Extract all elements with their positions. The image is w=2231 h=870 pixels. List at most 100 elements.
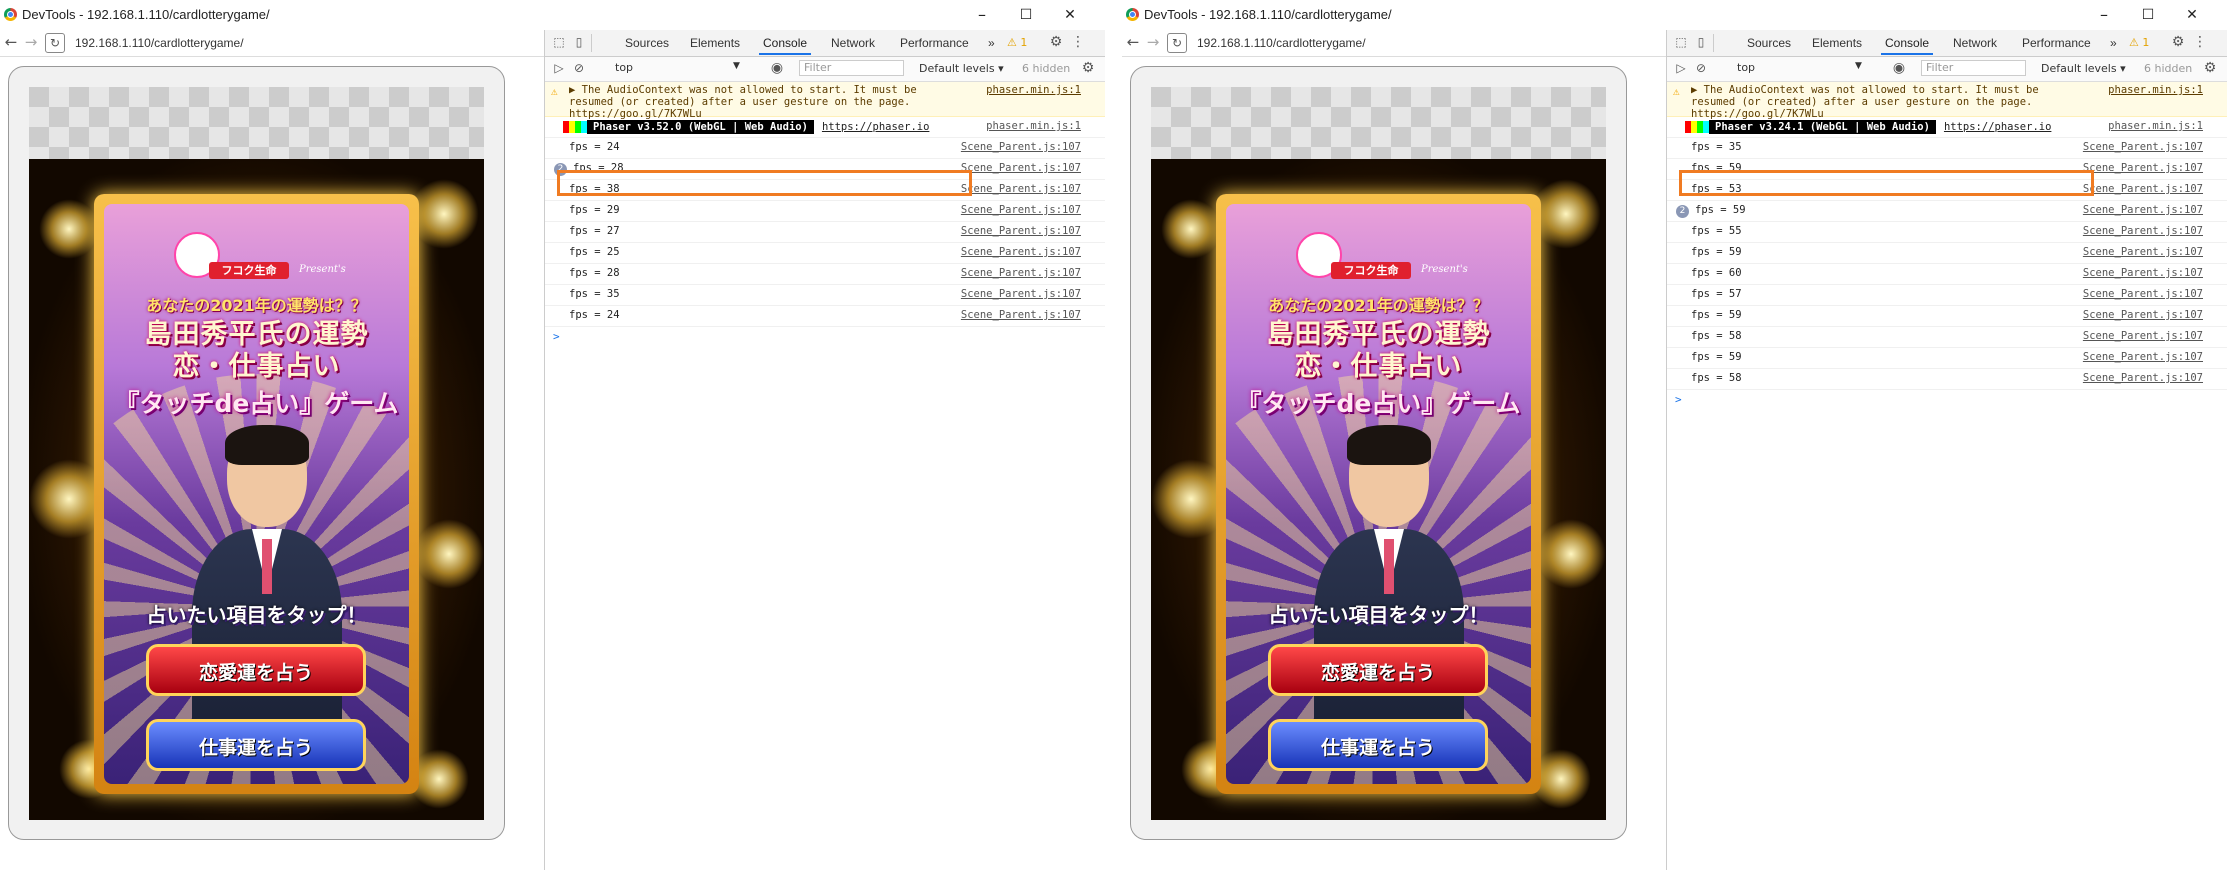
fps-log-row[interactable]: fps = 25 Scene_Parent.js:107: [545, 243, 1105, 264]
fps-log-row[interactable]: 2 fps = 59 Scene_Parent.js:107: [1667, 201, 2227, 222]
tab-performance[interactable]: Performance: [900, 36, 969, 50]
filter-input[interactable]: Filter: [1921, 60, 2026, 76]
warning-message-row[interactable]: ⚠ ▶ The AudioContext was not allowed to …: [545, 82, 1105, 120]
maximize-button[interactable]: ☐: [2128, 2, 2168, 28]
gear-icon[interactable]: ⚙: [2170, 34, 2186, 50]
fps-log-row[interactable]: fps = 57 Scene_Parent.js:107: [1667, 285, 2227, 306]
close-button[interactable]: ✕: [1050, 2, 1090, 28]
console-settings-gear-icon[interactable]: ⚙: [2202, 60, 2218, 76]
inspect-element-icon[interactable]: ⬚: [1673, 34, 1689, 50]
source-link[interactable]: Scene_Parent.js:107: [961, 204, 1081, 216]
source-link[interactable]: Scene_Parent.js:107: [2083, 183, 2203, 195]
context-selector[interactable]: top: [615, 61, 745, 76]
tab-network[interactable]: Network: [831, 36, 875, 50]
fps-log-row[interactable]: fps = 27 Scene_Parent.js:107: [545, 222, 1105, 243]
log-levels-dropdown[interactable]: Default levels ▾: [2041, 62, 2126, 75]
fps-log-row[interactable]: fps = 58 Scene_Parent.js:107: [1667, 327, 2227, 348]
source-link[interactable]: Scene_Parent.js:107: [2083, 351, 2203, 363]
tab-network[interactable]: Network: [1953, 36, 1997, 50]
log-levels-dropdown[interactable]: Default levels ▾: [919, 62, 1004, 75]
console-prompt[interactable]: >: [545, 327, 1105, 345]
fps-log-row[interactable]: fps = 24 Scene_Parent.js:107: [545, 306, 1105, 327]
back-arrow-icon[interactable]: ←: [1124, 33, 1142, 51]
source-link[interactable]: Scene_Parent.js:107: [961, 246, 1081, 258]
kebab-menu-icon[interactable]: ⋮: [2192, 34, 2208, 50]
tab-console[interactable]: Console: [1880, 36, 1934, 55]
tab-sources[interactable]: Sources: [625, 36, 669, 50]
url-field[interactable]: 192.168.1.110/cardlotterygame/: [75, 36, 244, 50]
work-fortune-button[interactable]: 仕事運を占う: [146, 719, 366, 771]
device-toolbar-icon[interactable]: ▯: [571, 34, 587, 50]
source-link[interactable]: Scene_Parent.js:107: [961, 162, 1081, 174]
tab-elements[interactable]: Elements: [1812, 36, 1862, 50]
tab-elements[interactable]: Elements: [690, 36, 740, 50]
warning-count-badge[interactable]: ⚠ 1: [2129, 36, 2149, 49]
tab-sources[interactable]: Sources: [1747, 36, 1791, 50]
fps-log-row[interactable]: fps = 58 Scene_Parent.js:107: [1667, 369, 2227, 390]
source-link[interactable]: Scene_Parent.js:107: [961, 141, 1081, 153]
work-fortune-button[interactable]: 仕事運を占う: [1268, 719, 1488, 771]
love-fortune-button[interactable]: 恋愛運を占う: [1268, 644, 1488, 696]
fps-log-row[interactable]: fps = 35 Scene_Parent.js:107: [1667, 138, 2227, 159]
game-canvas[interactable]: フコク生命 Present's あなたの2021年の運勢は？？ 島田秀平氏の運勢…: [29, 87, 484, 820]
fps-log-row[interactable]: fps = 29 Scene_Parent.js:107: [545, 201, 1105, 222]
source-link[interactable]: Scene_Parent.js:107: [2083, 288, 2203, 300]
source-link[interactable]: Scene_Parent.js:107: [961, 309, 1081, 321]
reload-icon[interactable]: ↻: [45, 33, 65, 53]
source-link[interactable]: Scene_Parent.js:107: [2083, 372, 2203, 384]
fps-log-row[interactable]: fps = 59 Scene_Parent.js:107: [1667, 243, 2227, 264]
console-prompt[interactable]: >: [1667, 390, 2227, 408]
close-button[interactable]: ✕: [2172, 2, 2212, 28]
console-settings-gear-icon[interactable]: ⚙: [1080, 60, 1096, 76]
eye-icon[interactable]: ◉: [1891, 60, 1907, 76]
source-link[interactable]: Scene_Parent.js:107: [2083, 162, 2203, 174]
back-arrow-icon[interactable]: ←: [2, 33, 20, 51]
fps-log-row[interactable]: fps = 55 Scene_Parent.js:107: [1667, 222, 2227, 243]
fps-log-row[interactable]: fps = 60 Scene_Parent.js:107: [1667, 264, 2227, 285]
source-link[interactable]: Scene_Parent.js:107: [961, 267, 1081, 279]
source-link[interactable]: Scene_Parent.js:107: [2083, 330, 2203, 342]
source-link[interactable]: phaser.min.js:1: [986, 84, 1081, 96]
inspect-element-icon[interactable]: ⬚: [551, 34, 567, 50]
fps-log-row[interactable]: fps = 59 Scene_Parent.js:107: [1667, 306, 2227, 327]
source-link[interactable]: Scene_Parent.js:107: [961, 225, 1081, 237]
fps-log-row[interactable]: fps = 35 Scene_Parent.js:107: [545, 285, 1105, 306]
tab-performance[interactable]: Performance: [2022, 36, 2091, 50]
gear-icon[interactable]: ⚙: [1048, 34, 1064, 50]
phaser-link[interactable]: https://phaser.io: [822, 121, 929, 133]
clear-console-icon[interactable]: ⊘: [1693, 60, 1709, 76]
kebab-menu-icon[interactable]: ⋮: [1070, 34, 1086, 50]
warning-message-row[interactable]: ⚠ ▶ The AudioContext was not allowed to …: [1667, 82, 2227, 120]
clear-console-icon[interactable]: ⊘: [571, 60, 587, 76]
fps-log-row[interactable]: fps = 59 Scene_Parent.js:107: [1667, 348, 2227, 369]
game-canvas[interactable]: フコク生命 Present's あなたの2021年の運勢は？？ 島田秀平氏の運勢…: [1151, 87, 1606, 820]
source-link[interactable]: Scene_Parent.js:107: [2083, 246, 2203, 258]
fps-log-row[interactable]: fps = 24 Scene_Parent.js:107: [545, 138, 1105, 159]
minimize-button[interactable]: –: [962, 2, 1002, 28]
url-field[interactable]: 192.168.1.110/cardlotterygame/: [1197, 36, 1366, 50]
forward-arrow-icon[interactable]: →: [1144, 33, 1162, 51]
minimize-button[interactable]: –: [2084, 2, 2124, 28]
warning-count-badge[interactable]: ⚠ 1: [1007, 36, 1027, 49]
forward-arrow-icon[interactable]: →: [22, 33, 40, 51]
source-link[interactable]: phaser.min.js:1: [2108, 120, 2203, 132]
source-link[interactable]: Scene_Parent.js:107: [961, 288, 1081, 300]
phaser-link[interactable]: https://phaser.io: [1944, 121, 2051, 133]
source-link[interactable]: Scene_Parent.js:107: [2083, 267, 2203, 279]
tab-console[interactable]: Console: [758, 36, 812, 55]
fps-log-row[interactable]: fps = 28 Scene_Parent.js:107: [545, 264, 1105, 285]
source-link[interactable]: phaser.min.js:1: [2108, 84, 2203, 96]
source-link[interactable]: Scene_Parent.js:107: [961, 183, 1081, 195]
source-link[interactable]: Scene_Parent.js:107: [2083, 309, 2203, 321]
sidebar-toggle-icon[interactable]: ▷: [1673, 60, 1689, 76]
source-link[interactable]: Scene_Parent.js:107: [2083, 141, 2203, 153]
source-link[interactable]: Scene_Parent.js:107: [2083, 225, 2203, 237]
device-toolbar-icon[interactable]: ▯: [1693, 34, 1709, 50]
context-selector[interactable]: top: [1737, 61, 1867, 76]
filter-input[interactable]: Filter: [799, 60, 904, 76]
eye-icon[interactable]: ◉: [769, 60, 785, 76]
more-tabs-button[interactable]: »: [2110, 36, 2117, 50]
sidebar-toggle-icon[interactable]: ▷: [551, 60, 567, 76]
more-tabs-button[interactable]: »: [988, 36, 995, 50]
source-link[interactable]: Scene_Parent.js:107: [2083, 204, 2203, 216]
